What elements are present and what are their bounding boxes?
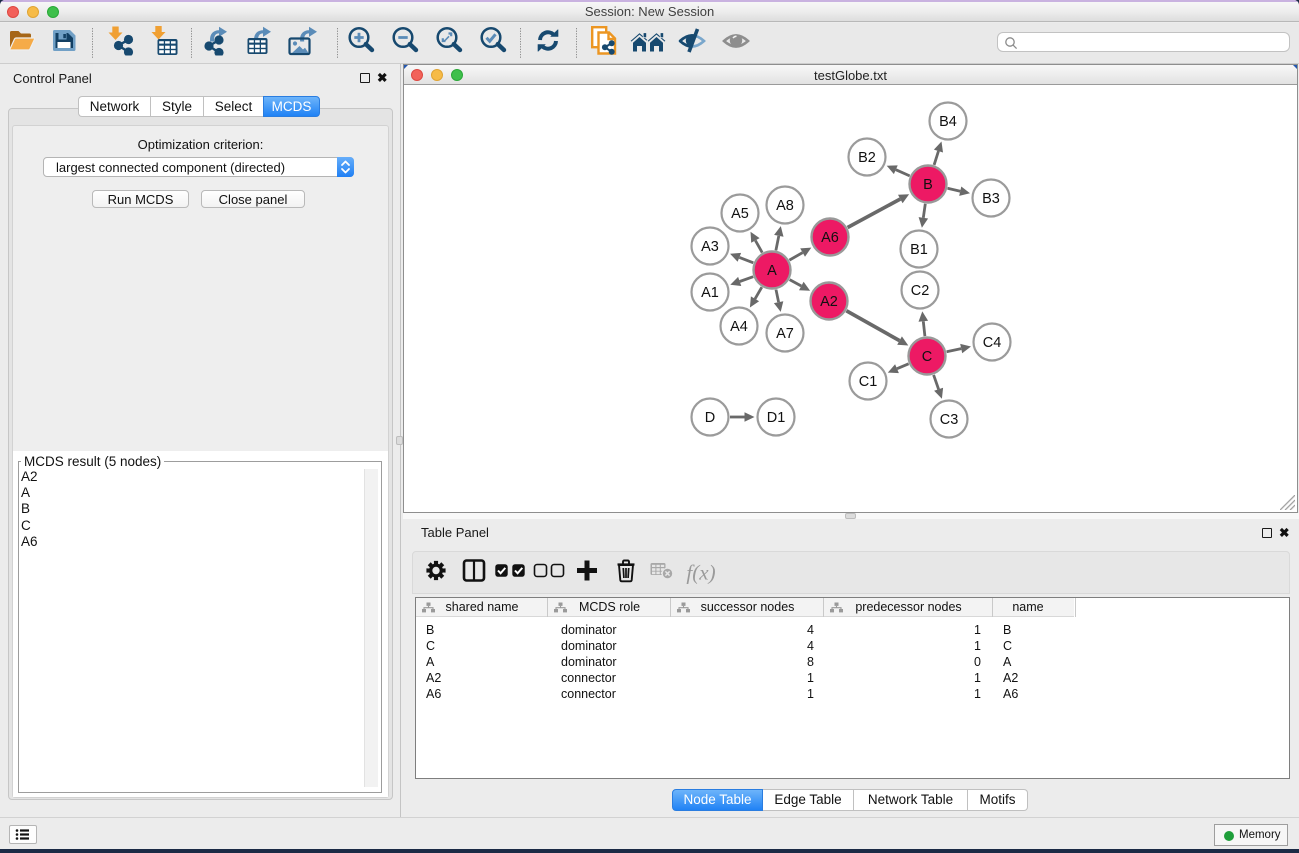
svg-text:B4: B4 [939, 114, 957, 130]
svg-text:B1: B1 [910, 242, 928, 258]
svg-text:A: A [767, 263, 777, 279]
svg-text:D1: D1 [767, 410, 786, 426]
svg-text:B3: B3 [982, 191, 1000, 207]
svg-text:B: B [923, 177, 933, 193]
svg-text:C1: C1 [859, 374, 878, 390]
svg-text:A2: A2 [820, 294, 838, 310]
svg-text:A6: A6 [821, 230, 839, 246]
svg-text:B2: B2 [858, 150, 876, 166]
svg-text:A5: A5 [731, 206, 749, 222]
svg-text:C3: C3 [940, 412, 959, 428]
svg-text:C2: C2 [911, 283, 930, 299]
svg-text:A1: A1 [701, 285, 719, 301]
svg-text:D: D [705, 410, 715, 426]
svg-text:C4: C4 [983, 335, 1002, 351]
svg-text:C: C [922, 349, 932, 365]
svg-text:A8: A8 [776, 198, 794, 214]
svg-text:A4: A4 [730, 319, 748, 335]
svg-text:A3: A3 [701, 239, 719, 255]
svg-text:A7: A7 [776, 326, 794, 342]
